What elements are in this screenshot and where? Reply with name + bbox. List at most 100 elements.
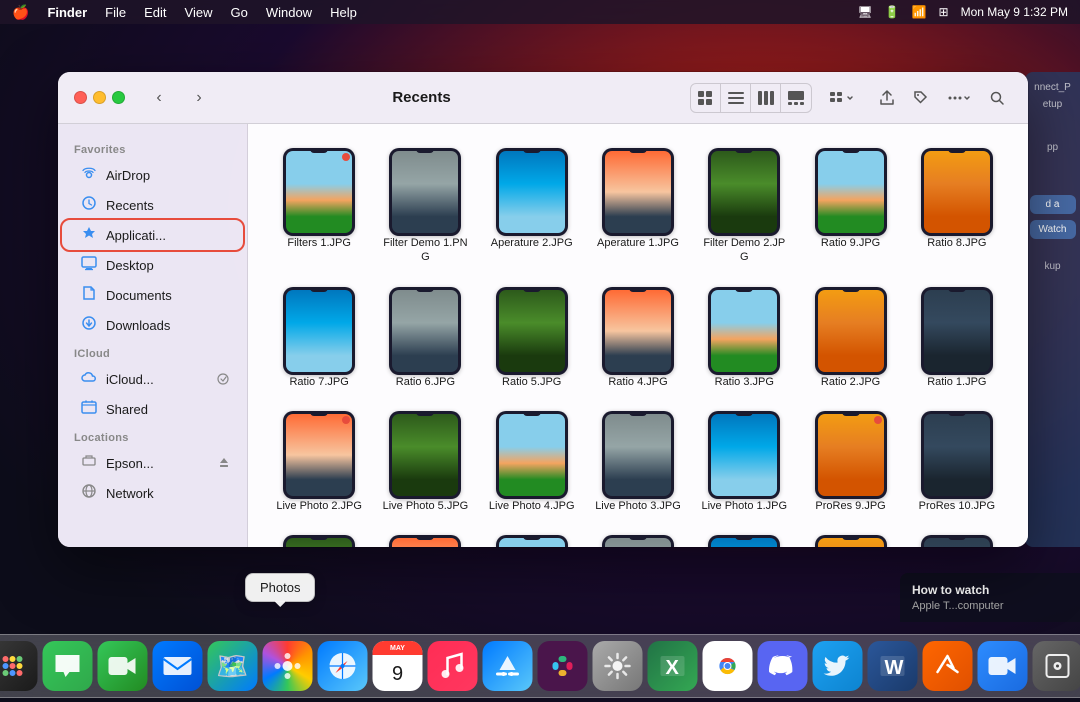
dock-item-facetime[interactable]: [98, 641, 148, 691]
search-button[interactable]: [982, 84, 1012, 112]
dock-item-tweetbot[interactable]: [813, 641, 863, 691]
dock-item-screenium[interactable]: [1033, 641, 1080, 691]
menu-file[interactable]: File: [105, 5, 126, 20]
view-buttons: [690, 83, 812, 113]
network-label: Network: [106, 486, 154, 501]
file-item[interactable]: [268, 527, 370, 547]
dock-item-excel[interactable]: X: [648, 641, 698, 691]
file-item[interactable]: Live Photo 4.JPG: [481, 403, 583, 519]
menu-window[interactable]: Window: [266, 5, 312, 20]
maximize-button[interactable]: [112, 91, 125, 104]
right-panel-btn2[interactable]: Watch: [1030, 220, 1076, 239]
sidebar-item-shared[interactable]: Shared: [64, 394, 241, 424]
dock-item-chrome[interactable]: [703, 641, 753, 691]
app-name[interactable]: Finder: [47, 5, 87, 20]
sidebar-item-airdrop[interactable]: AirDrop: [64, 160, 241, 190]
sidebar-item-recents[interactable]: Recents: [64, 190, 241, 220]
dock-item-spark[interactable]: [923, 641, 973, 691]
menu-edit[interactable]: Edit: [144, 5, 166, 20]
sidebar-item-desktop[interactable]: Desktop: [64, 250, 241, 280]
file-name: Filter Demo 1.PNG: [380, 236, 470, 265]
dock-item-messages[interactable]: [43, 641, 93, 691]
dock-item-maps[interactable]: 🗺️: [208, 641, 258, 691]
file-item[interactable]: [374, 527, 476, 547]
file-item[interactable]: Live Photo 3.JPG: [587, 403, 689, 519]
file-item[interactable]: [481, 527, 583, 547]
dock-item-safari[interactable]: [318, 641, 368, 691]
more-button[interactable]: [940, 84, 978, 112]
menu-help[interactable]: Help: [330, 5, 357, 20]
shared-icon: [80, 399, 98, 419]
close-button[interactable]: [74, 91, 87, 104]
file-item[interactable]: ProRes 9.JPG: [799, 403, 901, 519]
dock-item-word[interactable]: W: [868, 641, 918, 691]
file-item[interactable]: Filter Demo 1.PNG: [374, 140, 476, 271]
dock-item-calendar[interactable]: MAY 9: [373, 641, 423, 691]
file-item[interactable]: Live Photo 1.JPG: [693, 403, 795, 519]
file-item[interactable]: [693, 527, 795, 547]
file-name: ProRes 10.JPG: [919, 499, 995, 513]
dock-item-music[interactable]: [428, 641, 478, 691]
dock-item-appstore[interactable]: [483, 641, 533, 691]
file-item[interactable]: Ratio 6.JPG: [374, 279, 476, 395]
dock-item-discord[interactable]: [758, 641, 808, 691]
list-view-button[interactable]: [721, 84, 751, 112]
sidebar-item-documents[interactable]: Documents: [64, 280, 241, 310]
sidebar-item-applications[interactable]: Applicati...: [64, 220, 241, 250]
file-item[interactable]: [799, 527, 901, 547]
file-name: Aperature 1.JPG: [597, 236, 679, 250]
sidebar-item-icloud[interactable]: iCloud...: [64, 364, 241, 394]
file-item[interactable]: ProRes 10.JPG: [906, 403, 1008, 519]
wifi-icon[interactable]: 📶: [912, 5, 927, 19]
column-view-button[interactable]: [751, 84, 781, 112]
finder-body: Favorites AirDrop: [58, 124, 1028, 547]
file-item[interactable]: Aperature 1.JPG: [587, 140, 689, 271]
sidebar-item-downloads[interactable]: Downloads: [64, 310, 241, 340]
downloads-icon: [80, 315, 98, 335]
dock-item-launchpad[interactable]: [0, 641, 38, 691]
file-item[interactable]: Ratio 2.JPG: [799, 279, 901, 395]
dock-item-mail[interactable]: [153, 641, 203, 691]
right-panel-btn1[interactable]: d a: [1030, 195, 1076, 214]
file-item[interactable]: [906, 527, 1008, 547]
appletv-area: How to watch Apple T...computer: [900, 573, 1080, 622]
dock-item-photos[interactable]: [263, 641, 313, 691]
menu-view[interactable]: View: [185, 5, 213, 20]
file-item[interactable]: Ratio 8.JPG: [906, 140, 1008, 271]
menu-go[interactable]: Go: [230, 5, 247, 20]
tag-button[interactable]: [906, 84, 936, 112]
file-item[interactable]: Ratio 9.JPG: [799, 140, 901, 271]
groupby-button[interactable]: [816, 84, 868, 112]
dock-item-zoom[interactable]: [978, 641, 1028, 691]
file-item[interactable]: Live Photo 2.JPG: [268, 403, 370, 519]
apple-menu[interactable]: 🍎: [12, 4, 29, 21]
minimize-button[interactable]: [93, 91, 106, 104]
file-name: Aperature 2.JPG: [491, 236, 573, 250]
file-name: Ratio 3.JPG: [715, 375, 774, 389]
file-item[interactable]: [587, 527, 689, 547]
dock-container: 🗺️ MAY: [0, 634, 1080, 698]
icon-view-button[interactable]: [691, 84, 721, 112]
file-name: Live Photo 3.JPG: [595, 499, 681, 513]
file-item[interactable]: Ratio 3.JPG: [693, 279, 795, 395]
file-item[interactable]: Filters 1.JPG: [268, 140, 370, 271]
file-item[interactable]: Ratio 7.JPG: [268, 279, 370, 395]
file-item[interactable]: Ratio 1.JPG: [906, 279, 1008, 395]
file-item[interactable]: Aperature 2.JPG: [481, 140, 583, 271]
control-center-icon[interactable]: ⊞: [939, 5, 949, 19]
monitor-icon[interactable]: 🖥: [857, 5, 872, 19]
dock-item-system-preferences[interactable]: [593, 641, 643, 691]
gallery-view-button[interactable]: [781, 84, 811, 112]
dock-item-slack[interactable]: [538, 641, 588, 691]
sidebar-item-network[interactable]: Network: [64, 478, 241, 508]
files-grid: Filters 1.JPG Filter Demo 1.PNG Aperatur…: [268, 140, 1008, 547]
sidebar-item-epson[interactable]: Epson...: [64, 448, 241, 478]
file-item[interactable]: Ratio 5.JPG: [481, 279, 583, 395]
file-item[interactable]: Ratio 4.JPG: [587, 279, 689, 395]
applications-icon: [80, 225, 98, 245]
share-button[interactable]: [872, 84, 902, 112]
file-item[interactable]: Live Photo 5.JPG: [374, 403, 476, 519]
documents-icon: [80, 285, 98, 305]
file-name: Ratio 6.JPG: [396, 375, 455, 389]
file-item[interactable]: Filter Demo 2.JPG: [693, 140, 795, 271]
